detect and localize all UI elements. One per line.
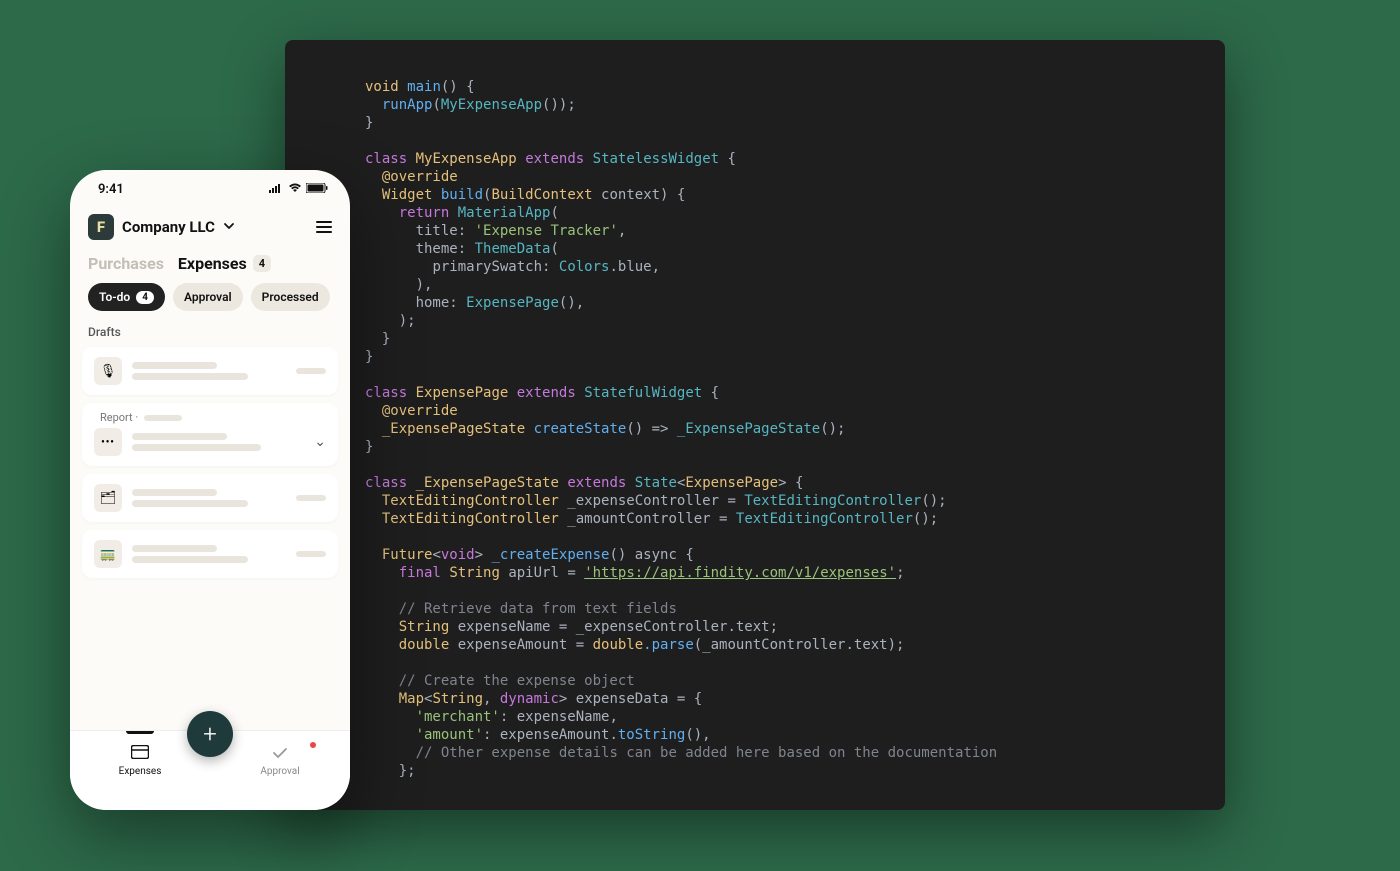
microphone-icon: 🎙 [94,357,122,385]
top-tabs: Purchases Expenses 4 [70,252,350,283]
report-label: Report · [100,411,138,424]
expense-list: 🎙 Report · ••• ⌄ 🗂 [70,347,350,730]
pill-todo[interactable]: To-do 4 [88,283,165,311]
signal-icon [269,182,284,197]
expenses-count-badge: 4 [253,255,271,272]
pill-processed[interactable]: Processed [251,283,330,311]
bottom-nav: Expenses + Approval [70,730,350,810]
report-group[interactable]: Report · ••• ⌄ [82,403,338,466]
nav-approval-label: Approval [260,766,299,777]
code-editor: void main() { runApp(MyExpenseApp()); } … [285,40,1225,810]
receipt-icon: 🗂 [94,484,122,512]
tab-purchases[interactable]: Purchases [88,254,164,273]
list-item[interactable]: 🗂 [82,474,338,522]
menu-button[interactable] [316,221,332,233]
status-bar: 9:41 [70,170,350,208]
nav-approval[interactable]: Approval [210,731,350,777]
chevron-down-icon [223,218,235,236]
company-name: Company LLC [122,218,215,236]
nav-expenses-label: Expenses [119,766,162,777]
card-icon [131,745,149,763]
app-logo-icon: F [88,214,114,240]
section-drafts-label: Drafts [70,323,350,347]
report-tag: Report · [94,411,326,428]
app-header: F Company LLC [70,208,350,252]
status-icons [269,182,328,197]
status-time: 9:41 [98,182,124,197]
company-selector[interactable]: F Company LLC [88,214,235,240]
pill-todo-label: To-do [99,290,130,304]
pill-todo-count: 4 [136,291,154,304]
pill-approval[interactable]: Approval [173,283,243,311]
transport-icon: 🚃 [94,540,122,568]
list-item[interactable]: 🎙 [82,347,338,395]
battery-icon [306,182,328,197]
phone-mockup: 9:41 F Company LLC Purchases E [70,170,350,810]
list-item[interactable]: 🚃 [82,530,338,578]
check-icon [272,745,288,763]
chevron-down-icon: ⌄ [314,434,326,450]
filter-pills: To-do 4 Approval Processed [70,283,350,323]
tab-expenses-label: Expenses [178,254,247,273]
tab-expenses[interactable]: Expenses 4 [178,254,271,273]
wifi-icon [288,182,302,197]
more-icon: ••• [94,428,122,456]
notification-dot [310,742,316,748]
